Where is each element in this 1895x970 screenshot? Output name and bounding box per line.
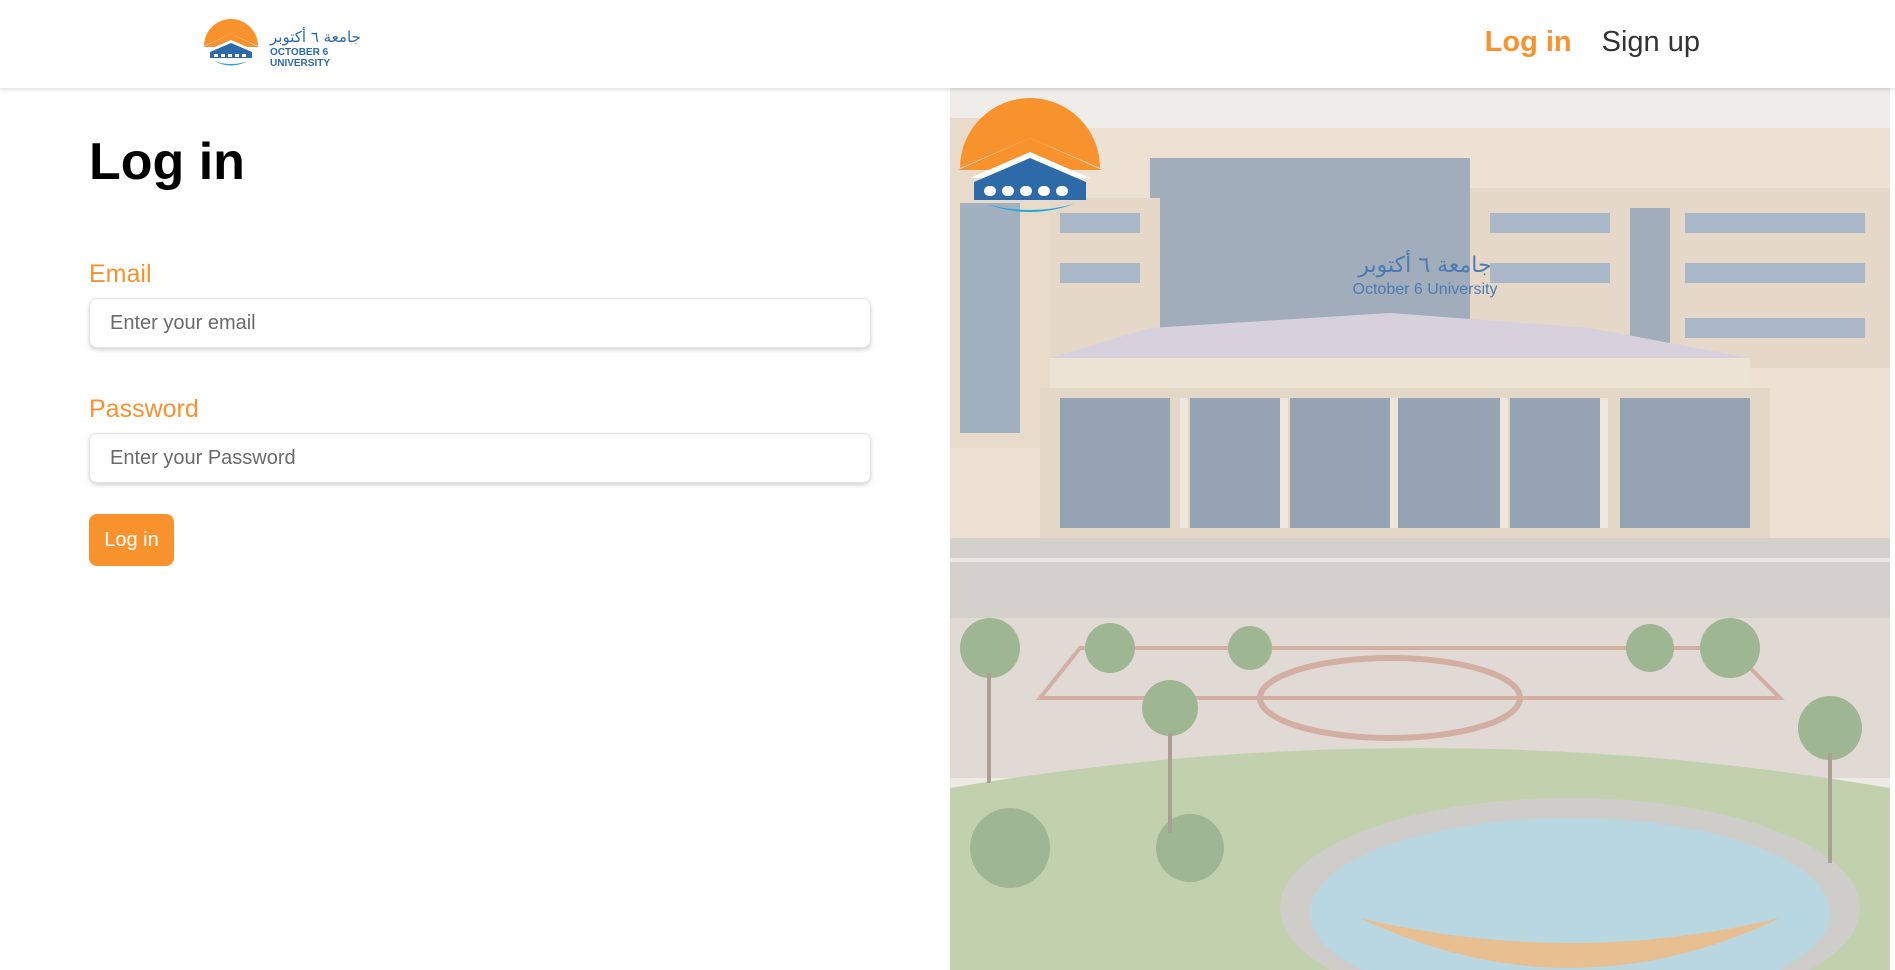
logo-english-text: OCTOBER 6 UNIVERSITY — [270, 47, 331, 69]
top-navbar: جامعة ٦ أكتوبر OCTOBER 6 UNIVERSITY Log … — [0, 0, 1895, 88]
page-title: Log in — [89, 133, 245, 191]
nav-login-link[interactable]: Log in — [1485, 26, 1572, 59]
university-logo-icon — [203, 19, 259, 66]
hero-university-logo-icon — [958, 98, 1102, 212]
logo-arabic-text: جامعة ٦ أكتوبر — [270, 28, 361, 46]
nav-signup-link[interactable]: Sign up — [1602, 26, 1700, 59]
login-form-panel: Log in Email Password Log in — [0, 88, 950, 970]
password-field[interactable] — [89, 433, 871, 483]
hero-overlay — [950, 88, 1890, 970]
email-label: Email — [89, 260, 152, 288]
auth-nav: Log in Sign up — [1485, 26, 1700, 59]
university-logo[interactable]: جامعة ٦ أكتوبر OCTOBER 6 UNIVERSITY — [200, 14, 380, 70]
hero-logo-english-text: October 6 University — [1352, 281, 1498, 298]
email-field[interactable] — [89, 298, 871, 348]
login-submit-button[interactable]: Log in — [89, 514, 174, 566]
campus-hero-image: جامعة ٦ أكتوبر October 6 University — [950, 88, 1890, 970]
password-label: Password — [89, 395, 199, 423]
hero-logo-arabic-text: جامعة ٦ أكتوبر — [1358, 253, 1492, 278]
